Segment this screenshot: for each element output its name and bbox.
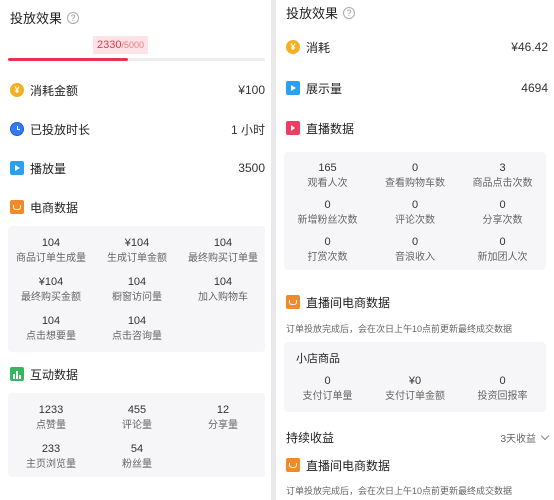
ecommerce-grid: 104 商品订单生成量 ¥104 生成订单金额 104 最终购买订单量 ¥104 最终购…: [8, 226, 265, 352]
play-icon: [286, 81, 300, 95]
section-title-ecommerce: 电商数据: [10, 197, 265, 217]
stat-cell: 104 点击咨询量: [112, 315, 162, 342]
shopping-bag-icon: [10, 200, 24, 214]
stat-cell: 104 橱窗访问量: [112, 276, 162, 303]
alarm-clock-icon: [10, 122, 24, 136]
play-icon: [10, 161, 24, 175]
stat-cell: 0 新加团人次: [477, 236, 528, 263]
stat-cell: 0 打赏次数: [307, 236, 348, 263]
section-title-ad-effect: 投放效果 ?: [286, 3, 356, 22]
stat-cell: 0 分享次数: [482, 199, 523, 226]
live-icon: [286, 121, 300, 135]
stat-cell: 104 商品订单生成量: [16, 237, 86, 264]
stat-cell: 1233 点赞量: [36, 404, 66, 431]
stat-cell: 455 评论量: [122, 404, 152, 431]
stat-cell: 165 观看人次: [307, 162, 348, 189]
update-note: 订单投放完成后，会在次日上午10点前更新最终成交数据: [286, 324, 513, 334]
metric-impressions: 展示量 4694: [286, 78, 548, 98]
coin-icon: ¥: [286, 40, 300, 54]
right-panel: 投放效果 ? ¥ 消耗 ¥46.42 展示量 4694 直播数据 165 观看人次…: [276, 0, 554, 500]
stat-cell: 12 分享量: [208, 404, 238, 431]
section-title-live-ecommerce: 直播间电商数据: [286, 292, 548, 312]
stat-cell: 0 投资回报率: [477, 375, 528, 402]
coin-icon: ¥: [10, 83, 24, 97]
stat-cell: 233 主页浏览量: [26, 443, 76, 470]
stat-cell: 0 音浪收入: [395, 236, 435, 263]
shopping-bag-icon: [286, 458, 300, 472]
interaction-grid: 1233 点赞量 455 评论量 12 分享量 233 主页浏览量 54 粉丝量: [8, 393, 265, 477]
sustained-revenue-row[interactable]: 持续收益 3天收益: [286, 427, 550, 447]
stat-cell: 0 支付订单量: [302, 375, 353, 402]
section-title-live: 直播数据: [286, 118, 548, 138]
metric-duration: 已投放时长 1 小时: [10, 119, 265, 139]
progress-fill: [8, 58, 128, 61]
stat-cell: ¥0 支付订单金额: [385, 375, 445, 402]
stat-cell: 54 粉丝量: [122, 443, 152, 470]
progress-label: 2330/5000: [93, 36, 149, 54]
stat-cell: ¥104 最终购买金额: [21, 276, 81, 303]
chevron-down-icon[interactable]: [540, 431, 550, 440]
metric-spend: ¥ 消耗 ¥46.42: [286, 37, 548, 57]
left-panel: 投放效果 ? 2330/5000 ¥ 消耗金额 ¥100 已投放时长 1 小时 …: [0, 0, 271, 500]
stat-cell: 0 评论次数: [395, 199, 435, 226]
section-title-interaction: 互动数据: [10, 364, 265, 384]
stat-cell: 104 加入购物车: [198, 276, 248, 303]
live-ecommerce-grid: 小店商品 0 支付订单量 ¥0 支付订单金额 0 投资回报率: [284, 342, 546, 412]
stat-cell: ¥104 生成订单金额: [107, 237, 167, 264]
section-title-ad-effect: 投放效果 ?: [10, 8, 80, 27]
stat-cell: 0 新增粉丝次数: [297, 199, 358, 226]
section-title-live-ecommerce: 直播间电商数据: [286, 455, 548, 475]
stat-cell: 104 点击想要量: [26, 315, 76, 342]
shop-goods-label: 小店商品: [296, 353, 340, 365]
update-note: 订单投放完成后，会在次日上午10点前更新最终成交数据: [286, 486, 513, 496]
progress-track: [8, 58, 265, 61]
stat-cell: 3 商品点击次数: [472, 162, 533, 189]
help-icon[interactable]: ?: [67, 11, 80, 24]
help-icon[interactable]: ?: [343, 6, 356, 19]
spend-progress: 2330/5000: [8, 36, 265, 62]
bar-chart-icon: [10, 367, 24, 381]
stat-cell: 104 最终购买订单量: [188, 237, 258, 264]
metric-plays: 播放量 3500: [10, 158, 265, 178]
live-grid: 165 观看人次 0 查看购物车数 3 商品点击次数 0 新增粉丝次数 0 评论次数 0分…: [284, 152, 546, 270]
metric-spend: ¥ 消耗金额 ¥100: [10, 80, 265, 100]
stat-cell: 0 查看购物车数: [385, 162, 445, 189]
shopping-bag-icon: [286, 295, 300, 309]
